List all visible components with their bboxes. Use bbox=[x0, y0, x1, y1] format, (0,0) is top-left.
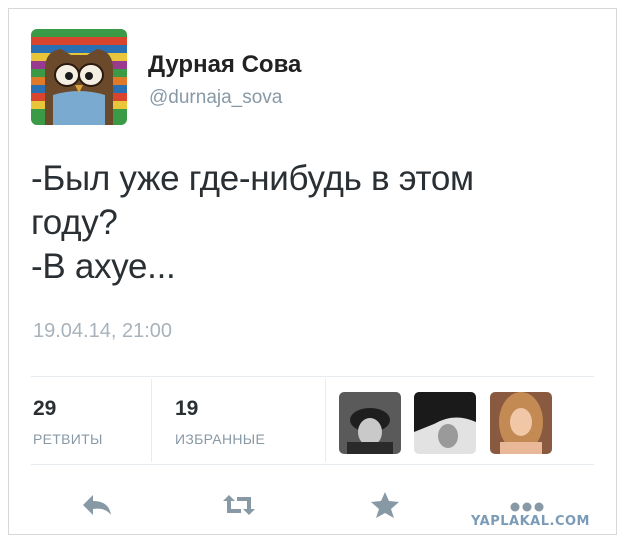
divider bbox=[31, 376, 594, 377]
user-thumb-1[interactable] bbox=[339, 392, 401, 454]
tweet-line-1: -Был уже где-нибудь в этом bbox=[31, 159, 474, 198]
retweet-icon bbox=[223, 495, 255, 515]
owl-avatar-icon bbox=[31, 29, 127, 125]
user-handle[interactable]: @durnaja_sova bbox=[149, 87, 282, 109]
reply-icon bbox=[83, 495, 111, 515]
favorites-count: 19 bbox=[175, 397, 199, 420]
user-thumb-3[interactable] bbox=[490, 392, 552, 454]
tweet-line-3: -В ахуе... bbox=[31, 247, 176, 286]
display-name[interactable]: Дурная Сова bbox=[148, 51, 301, 79]
divider bbox=[31, 464, 594, 465]
tweet-card: Дурная Сова @durnaja_sova -Был уже где-н… bbox=[8, 8, 617, 535]
owl-avatar[interactable] bbox=[31, 29, 127, 125]
divider bbox=[151, 379, 152, 462]
tweet-line-2: году? bbox=[31, 203, 118, 242]
retweets-count: 29 bbox=[33, 397, 57, 420]
divider bbox=[325, 379, 326, 462]
tweet-timestamp[interactable]: 19.04.14, 21:00 bbox=[33, 320, 172, 343]
retweet-button[interactable] bbox=[219, 487, 259, 523]
favorite-button[interactable] bbox=[365, 487, 405, 523]
favorites-label: ИЗБРАННЫЕ bbox=[175, 431, 266, 447]
retweets-label: РЕТВИТЫ bbox=[33, 431, 103, 447]
reply-button[interactable] bbox=[77, 487, 117, 523]
user-thumb-2[interactable] bbox=[414, 392, 476, 454]
watermark: YAPLAKAL.COM bbox=[471, 514, 590, 529]
more-icon bbox=[510, 502, 544, 512]
tweet-text: -Был уже где-нибудь в этом году? -В ахуе… bbox=[31, 157, 591, 289]
favorite-icon bbox=[371, 492, 399, 518]
